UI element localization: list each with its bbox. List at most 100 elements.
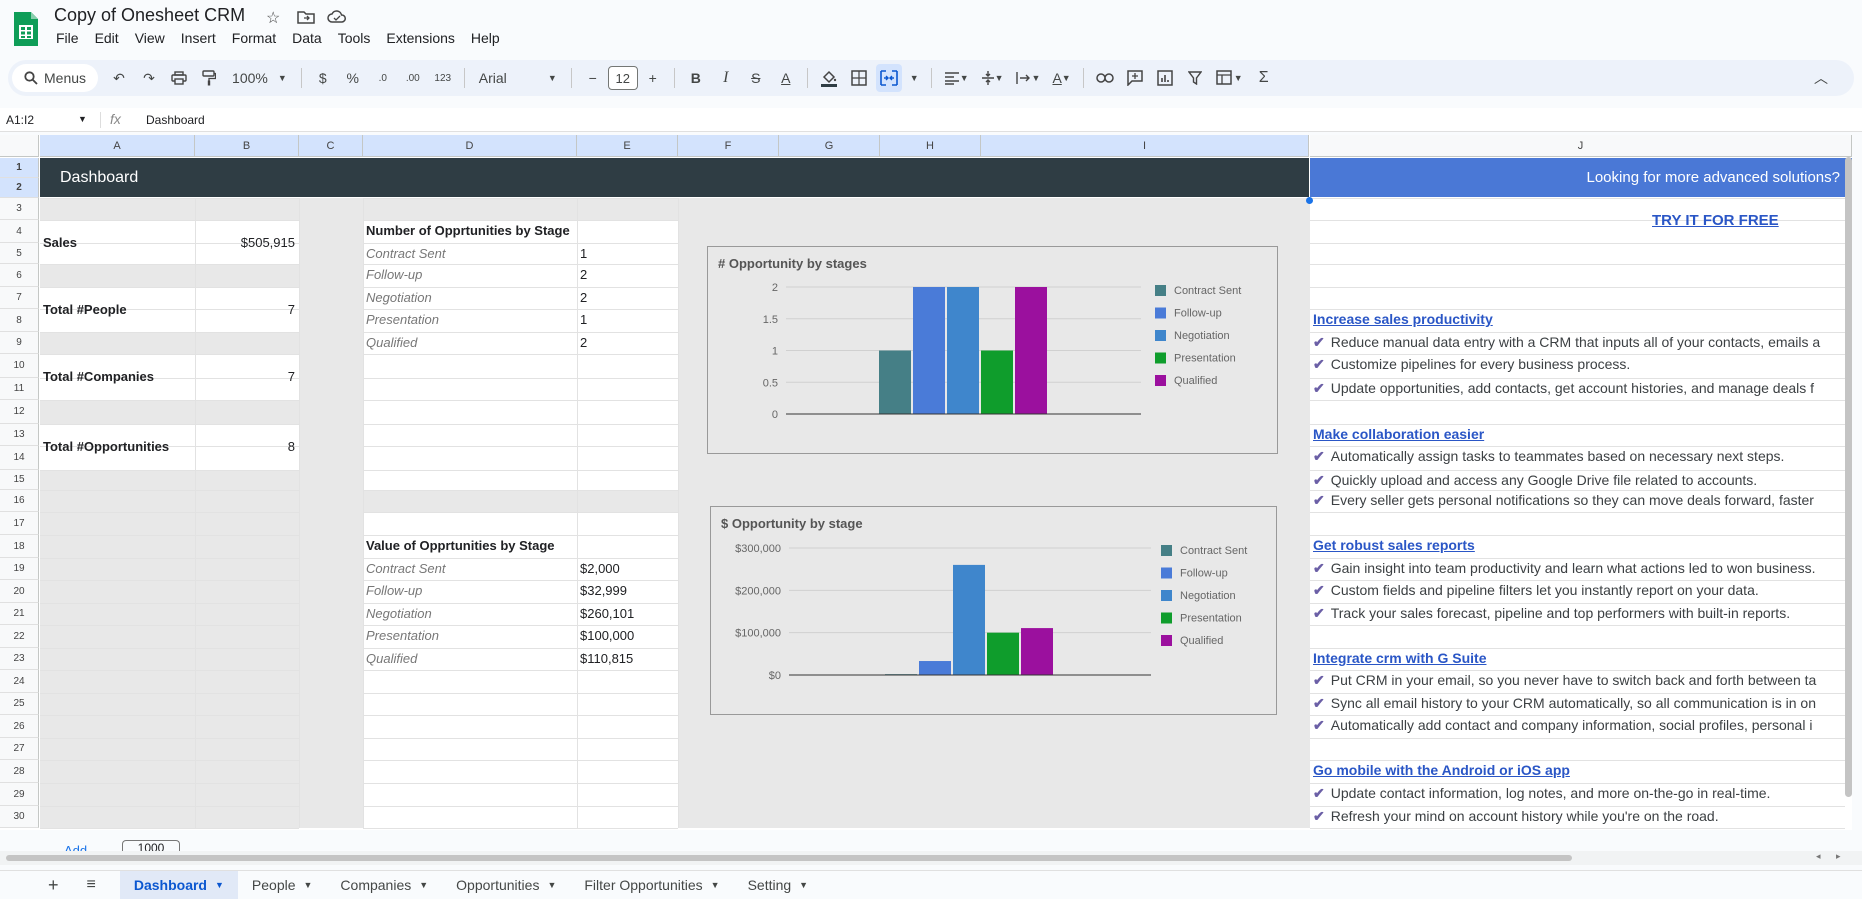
stage-label[interactable]: Negotiation	[366, 606, 432, 621]
bar-follow-up[interactable]	[919, 661, 951, 675]
row-header-21[interactable]: 21	[0, 603, 39, 625]
try-free-link[interactable]: TRY IT FOR FREE	[1652, 212, 1779, 229]
sheet-tab-caret-icon[interactable]: ▼	[419, 880, 428, 890]
vertical-align-button[interactable]: ▼	[977, 64, 1008, 92]
sheet-tab-caret-icon[interactable]: ▼	[799, 880, 808, 890]
menu-view[interactable]: View	[127, 30, 173, 50]
sheets-logo-icon[interactable]	[12, 10, 40, 48]
menus-search[interactable]: Menus	[12, 64, 99, 92]
promo-banner[interactable]: Looking for more advanced solutions?	[1310, 158, 1852, 197]
cloud-saved-icon[interactable]	[327, 9, 347, 25]
row-header-29[interactable]: 29	[0, 783, 39, 806]
menu-edit[interactable]: Edit	[87, 30, 127, 50]
stage-value[interactable]: 2	[580, 290, 587, 305]
font-size-increase-button[interactable]: +	[640, 64, 666, 92]
promo-section-heading[interactable]: Get robust sales reports	[1313, 537, 1475, 553]
kpi-value[interactable]: 8	[196, 439, 295, 454]
bold-button[interactable]: B	[683, 64, 709, 92]
select-all-corner[interactable]	[0, 135, 39, 157]
vertical-scrollbar[interactable]	[1845, 157, 1852, 822]
document-title[interactable]: Copy of Onesheet CRM	[54, 5, 245, 26]
sheet-tab-setting[interactable]: Setting ▼	[734, 871, 823, 899]
percent-format-button[interactable]: %	[340, 64, 366, 92]
bar-qualified[interactable]	[1021, 628, 1053, 675]
promo-section-heading[interactable]: Increase sales productivity	[1313, 311, 1493, 327]
bar-presentation[interactable]	[981, 350, 1013, 415]
stage-value[interactable]: 2	[580, 267, 587, 282]
row-header-26[interactable]: 26	[0, 715, 39, 738]
text-rotation-button[interactable]: A ▼	[1048, 64, 1074, 92]
vertical-scroll-thumb[interactable]	[1845, 157, 1852, 797]
formula-input[interactable]: Dashboard	[146, 113, 205, 127]
text-color-button[interactable]: A	[773, 64, 799, 92]
column-header-a[interactable]: A	[40, 135, 195, 157]
sheet-tab-opportunities[interactable]: Opportunities ▼	[442, 871, 570, 899]
sheet-tab-caret-icon[interactable]: ▼	[547, 880, 556, 890]
dashboard-banner[interactable]: Dashboard	[40, 158, 1309, 197]
number-format-button[interactable]: 123	[430, 64, 456, 92]
kpi-label[interactable]: Total #Companies	[43, 369, 154, 384]
stage-value[interactable]: 1	[580, 246, 587, 261]
move-folder-icon[interactable]	[297, 9, 315, 25]
bar-contract-sent[interactable]	[879, 350, 911, 415]
stage-value[interactable]: $260,101	[580, 606, 634, 621]
row-header-20[interactable]: 20	[0, 580, 39, 603]
insert-chart-button[interactable]	[1152, 64, 1178, 92]
menu-format[interactable]: Format	[224, 30, 284, 50]
stage-value[interactable]: 1	[580, 312, 587, 327]
row-header-12[interactable]: 12	[0, 400, 39, 424]
font-size-input[interactable]: 12	[607, 66, 638, 90]
row-header-3[interactable]: 3	[0, 198, 39, 220]
column-header-i[interactable]: I	[981, 135, 1309, 157]
horizontal-align-button[interactable]: ▼	[940, 64, 973, 92]
scroll-left-icon[interactable]: ◂	[1816, 851, 1821, 862]
star-icon[interactable]: ☆	[266, 8, 280, 28]
add-sheet-button[interactable]: +	[34, 871, 73, 899]
row-header-6[interactable]: 6	[0, 264, 39, 287]
sheet-tab-people[interactable]: People ▼	[238, 871, 327, 899]
stage-label[interactable]: Follow-up	[366, 583, 422, 598]
row-header-18[interactable]: 18	[0, 535, 39, 558]
kpi-label[interactable]: Total #People	[43, 302, 127, 317]
bar-qualified[interactable]	[1015, 287, 1047, 414]
insert-comment-button[interactable]	[1122, 64, 1148, 92]
row-header-7[interactable]: 7	[0, 287, 39, 309]
functions-button[interactable]: Σ	[1251, 64, 1277, 92]
column-header-b[interactable]: B	[195, 135, 299, 157]
sheet-tab-companies[interactable]: Companies ▼	[326, 871, 442, 899]
promo-section-heading[interactable]: Integrate crm with G Suite	[1313, 650, 1486, 666]
kpi-value[interactable]: $505,915	[196, 235, 295, 250]
stage-label[interactable]: Contract Sent	[366, 561, 446, 576]
spreadsheet-grid[interactable]: ABCDEFGHIJ 1 2 3 4 5 6 7 8 9 10 11 12 13 14 15 16 17 18 19…	[0, 135, 1852, 830]
filter-button[interactable]	[1182, 64, 1208, 92]
opportunity-value-chart[interactable]: $ Opportunity by stage $0 $100,000 $200,00…	[710, 506, 1277, 715]
font-size-decrease-button[interactable]: −	[580, 64, 606, 92]
row-header-9[interactable]: 9	[0, 332, 39, 354]
undo-button[interactable]: ↶	[106, 64, 132, 92]
bar-presentation[interactable]	[987, 632, 1019, 675]
row-header-10[interactable]: 10	[0, 354, 39, 378]
menu-tools[interactable]: Tools	[330, 30, 379, 50]
sheet-tab-filter-opportunities[interactable]: Filter Opportunities ▼	[570, 871, 733, 899]
menu-extensions[interactable]: Extensions	[378, 30, 462, 50]
collapse-menus-button[interactable]: ︿	[1808, 64, 1834, 92]
stage-label[interactable]: Qualified	[366, 651, 417, 666]
row-header-4[interactable]: 4	[0, 220, 39, 243]
strikethrough-button[interactable]: S	[743, 64, 769, 92]
row-header-13[interactable]: 13	[0, 424, 39, 446]
currency-format-button[interactable]: $	[310, 64, 336, 92]
column-header-e[interactable]: E	[577, 135, 678, 157]
row-header-1[interactable]: 1	[0, 158, 39, 178]
redo-button[interactable]: ↷	[136, 64, 162, 92]
stage-label[interactable]: Follow-up	[366, 267, 422, 282]
name-box[interactable]: A1:I2 ▼	[6, 113, 87, 127]
kpi-value[interactable]: 7	[196, 369, 295, 384]
stage-label[interactable]: Contract Sent	[366, 246, 446, 261]
stage-value[interactable]: $32,999	[580, 583, 627, 598]
stage-label[interactable]: Qualified	[366, 335, 417, 350]
increase-decimal-button[interactable]: .00	[400, 64, 426, 92]
row-header-17[interactable]: 17	[0, 512, 39, 535]
promo-section-heading[interactable]: Make collaboration easier	[1313, 426, 1484, 442]
row-header-22[interactable]: 22	[0, 625, 39, 648]
kpi-value[interactable]: 7	[196, 302, 295, 317]
